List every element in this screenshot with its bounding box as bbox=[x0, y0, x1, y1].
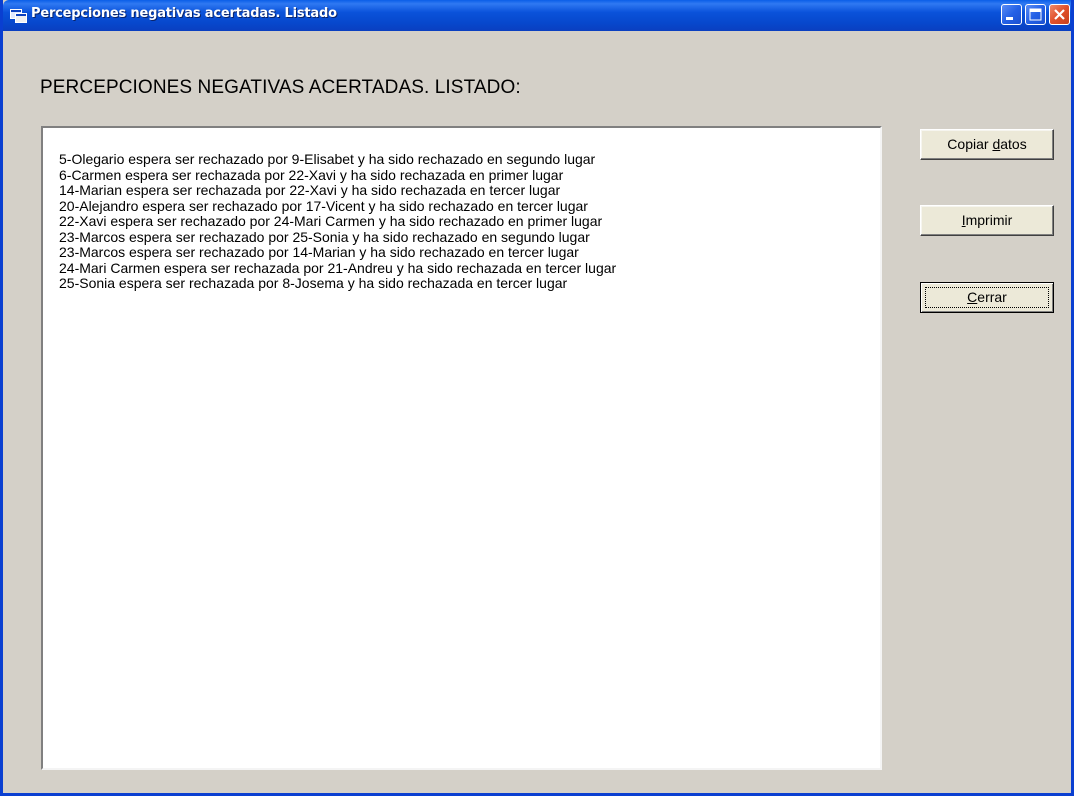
close-label: Cerrar bbox=[967, 289, 1007, 305]
list-item: 24-Mari Carmen espera ser rechazada por … bbox=[59, 259, 617, 276]
list-item: 23-Marcos espera ser rechazado por 25-So… bbox=[59, 228, 590, 245]
list-item: 14-Marian espera ser rechazada por 22-Xa… bbox=[59, 182, 561, 198]
title-bar[interactable]: Percepciones negativas acertadas. Listad… bbox=[3, 0, 1071, 31]
window-title: Percepciones negativas acertadas. Listad… bbox=[31, 6, 337, 21]
list-item: 22-Xavi espera ser rechazado por 24-Mari… bbox=[59, 213, 603, 229]
list-item: 5-Olegario espera ser rechazado por 9-El… bbox=[59, 151, 596, 167]
maximize-icon bbox=[1029, 8, 1042, 21]
results-listbox[interactable]: 5-Olegario espera ser rechazado por 9-El… bbox=[41, 126, 882, 770]
list-item: 23-Marcos espera ser rechazado por 14-Ma… bbox=[59, 244, 579, 260]
minimize-icon bbox=[1006, 17, 1013, 20]
close-icon bbox=[1054, 9, 1065, 20]
app-window-icon bbox=[10, 8, 27, 23]
minimize-button[interactable] bbox=[1001, 4, 1022, 25]
maximize-button[interactable] bbox=[1025, 4, 1046, 25]
print-button[interactable]: Imprimir bbox=[920, 205, 1054, 236]
list-item: 6-Carmen espera ser rechazada por 22-Xav… bbox=[59, 166, 564, 183]
copy-data-button[interactable]: Copiar datos bbox=[920, 129, 1054, 160]
app-window: Percepciones negativas acertadas. Listad… bbox=[0, 0, 1074, 796]
list-item: 25-Sonia espera ser rechazada por 8-Jose… bbox=[59, 275, 568, 291]
copy-data-label: Copiar datos bbox=[947, 136, 1027, 152]
close-button[interactable]: Cerrar bbox=[920, 282, 1054, 313]
page-heading: PERCEPCIONES NEGATIVAS ACERTADAS. LISTAD… bbox=[40, 77, 521, 98]
print-label: Imprimir bbox=[961, 212, 1013, 228]
list-item: 20-Alejandro espera ser rechazado por 17… bbox=[59, 197, 588, 214]
results-list: 5-Olegario espera ser rechazado por 9-El… bbox=[59, 151, 876, 292]
close-window-button[interactable] bbox=[1049, 4, 1070, 25]
